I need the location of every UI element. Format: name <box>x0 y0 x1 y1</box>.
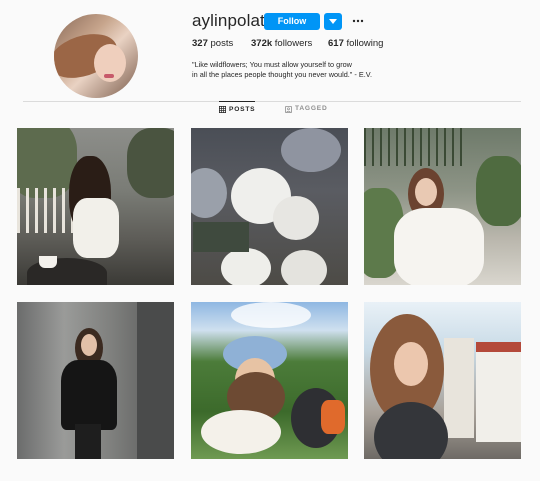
cup-shape <box>39 256 57 268</box>
posts-stat: 327 posts <box>192 38 233 49</box>
posts-label: posts <box>210 38 234 49</box>
person-face <box>394 342 428 386</box>
tab-tagged-label: TAGGED <box>295 105 328 112</box>
flower-shape <box>191 168 227 218</box>
follow-button[interactable]: Follow <box>264 13 320 30</box>
avatar-lip <box>104 74 114 78</box>
following-stat[interactable]: 617 following <box>328 38 383 49</box>
post-thumbnail[interactable] <box>17 302 174 459</box>
person-face <box>415 178 437 206</box>
following-count: 617 <box>328 38 344 49</box>
railing-shape <box>17 188 77 233</box>
person-legs <box>75 424 101 459</box>
person-top <box>374 402 448 459</box>
bio-line: "Like wildflowers; You must allow yourse… <box>192 60 352 69</box>
plant-shape <box>476 156 521 226</box>
post-thumbnail[interactable] <box>364 128 521 285</box>
post-thumbnail[interactable] <box>17 128 174 285</box>
followers-label: followers <box>274 38 313 49</box>
building-shape <box>444 338 474 438</box>
posts-count: 327 <box>192 38 208 49</box>
profile-header: aylinpolat Follow 327 posts 372k followe… <box>0 0 540 100</box>
following-label: following <box>346 38 384 49</box>
bio-line: in all the places people thought you nev… <box>192 70 372 79</box>
tree-shape <box>127 128 174 198</box>
profile-avatar[interactable] <box>54 14 138 98</box>
post-thumbnail[interactable] <box>191 128 348 285</box>
flower-shape <box>221 248 271 285</box>
followers-count: 372k <box>251 38 273 49</box>
suggested-dropdown-button[interactable] <box>324 13 342 30</box>
building-shape <box>476 346 521 442</box>
tabs-divider <box>23 101 521 102</box>
post-thumbnail[interactable] <box>191 302 348 459</box>
tag-icon <box>285 105 292 113</box>
roof-shape <box>476 342 521 352</box>
profile-username: aylinpolat <box>192 11 265 30</box>
person-coat <box>61 360 117 430</box>
flower-shape <box>281 128 341 172</box>
grid-icon <box>219 106 226 113</box>
tab-posts-label: POSTS <box>229 105 256 113</box>
chevron-down-icon <box>329 19 337 24</box>
person-body <box>201 410 281 454</box>
tab-tagged[interactable]: TAGGED <box>285 101 328 117</box>
cloud-shape <box>231 302 311 328</box>
profile-bio: "Like wildflowers; You must allow yourse… <box>192 60 442 80</box>
tab-posts[interactable]: POSTS <box>219 101 256 117</box>
post-thumbnail[interactable] <box>364 302 521 459</box>
more-options-icon[interactable] <box>352 14 364 28</box>
flower-shape <box>281 250 327 285</box>
followers-stat[interactable]: 372k followers <box>251 38 312 49</box>
crate-shape <box>193 222 249 252</box>
person-dress <box>394 208 484 285</box>
balcony-railing <box>364 128 464 166</box>
person-body <box>73 198 119 258</box>
dog-harness <box>321 400 345 434</box>
elevator-panel <box>137 302 174 459</box>
person-face <box>81 334 97 356</box>
flower-shape <box>273 196 319 240</box>
